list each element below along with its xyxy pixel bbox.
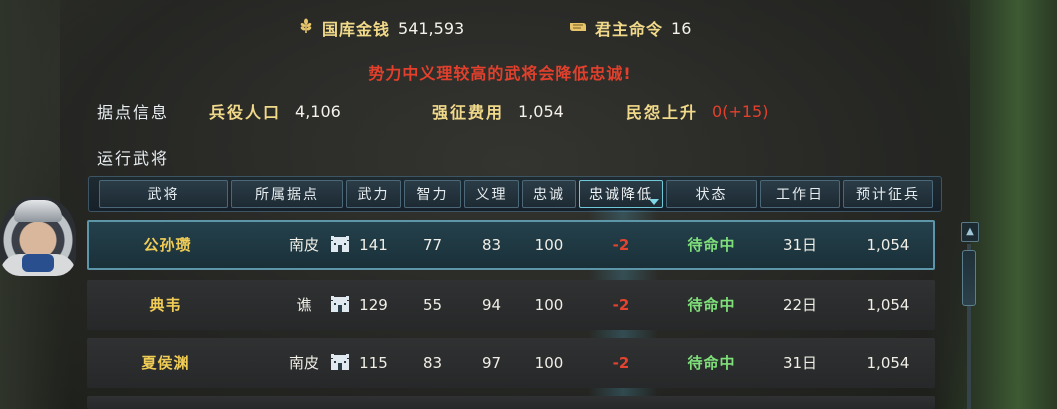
strength-value: 115	[359, 354, 388, 372]
base-name: 南皮	[288, 236, 319, 254]
workdays-value: 31日	[782, 354, 818, 372]
col-header-base[interactable]: 所属据点	[231, 180, 343, 208]
base-name: 谯	[296, 296, 312, 314]
status-value: 待命中	[687, 236, 736, 254]
col-header-loyalty-drop-label: 忠诚降低	[589, 187, 653, 203]
table-row[interactable]: 典韦 谯 129 55 94 100 -2 待命中 22日 1,054	[87, 280, 935, 330]
manpower-info: 兵役人口 4,106	[209, 99, 341, 123]
est-conscripts-value: 1,054	[866, 296, 910, 314]
righteousness-value: 97	[481, 354, 502, 372]
strength-value: 141	[359, 236, 388, 254]
est-conscripts-value: 1,054	[866, 354, 910, 372]
col-header-loyalty-drop[interactable]: 忠诚降低	[579, 180, 663, 208]
treasury-resource: 国库金钱 541,593	[298, 16, 464, 40]
status-value: 待命中	[687, 296, 736, 314]
col-header-workdays[interactable]: 工作日	[760, 180, 840, 208]
conscription-label: 强征费用	[432, 103, 505, 122]
col-header-intelligence[interactable]: 智力	[404, 180, 461, 208]
col-header-righteousness[interactable]: 义理	[464, 180, 519, 208]
loyalty-warning: 势力中义理较高的武将会降低忠诚!	[368, 64, 632, 83]
wheat-icon	[298, 18, 314, 38]
treasury-value: 541,593	[398, 18, 465, 38]
manpower-label: 兵役人口	[209, 103, 282, 122]
conscription-value: 1,054	[518, 101, 564, 121]
loyalty-value: 100	[534, 296, 564, 314]
righteousness-value: 83	[481, 236, 502, 254]
table-row[interactable]: 公孙瓒 南皮 141 77 83 100 -2 待命中 31日 1,054	[87, 220, 935, 270]
loyalty-drop-value: -2	[612, 296, 630, 314]
general-name: 公孙瓒	[143, 236, 192, 254]
base-name: 南皮	[288, 354, 319, 372]
orders-resource: 君主命令 16	[569, 16, 691, 40]
intelligence-value: 77	[422, 236, 443, 254]
intelligence-value: 55	[422, 296, 443, 314]
workdays-value: 31日	[782, 236, 818, 254]
scroll-thumb[interactable]	[962, 250, 976, 306]
status-value: 待命中	[687, 354, 736, 372]
col-header-general[interactable]: 武将	[99, 180, 228, 208]
portrait-armor	[22, 254, 54, 272]
unrest-info: 民怨上升 0(+15)	[626, 99, 768, 123]
unrest-value: 0(+15)	[712, 101, 769, 121]
workdays-value: 22日	[782, 296, 818, 314]
col-header-loyalty[interactable]: 忠诚	[522, 180, 576, 208]
loyalty-value: 100	[534, 354, 564, 372]
section-title: 运行武将	[97, 149, 170, 168]
col-header-est-conscripts[interactable]: 预计征兵	[843, 180, 933, 208]
general-name: 夏侯渊	[141, 354, 190, 372]
loyalty-drop-value: -2	[612, 236, 630, 254]
est-conscripts-value: 1,054	[866, 236, 910, 254]
righteousness-value: 94	[481, 296, 502, 314]
col-header-status[interactable]: 状态	[666, 180, 757, 208]
table-row-partial[interactable]	[87, 396, 935, 409]
conscription-info: 强征费用 1,054	[432, 99, 564, 123]
stronghold-title: 据点信息	[97, 103, 170, 122]
stronghold-info: 据点信息	[97, 99, 169, 123]
general-name: 典韦	[149, 296, 182, 314]
manpower-value: 4,106	[295, 101, 341, 121]
orders-label: 君主命令	[595, 20, 664, 39]
orders-value: 16	[671, 18, 692, 38]
loyalty-drop-value: -2	[612, 354, 630, 372]
treasury-label: 国库金钱	[322, 20, 391, 39]
table-row[interactable]: 夏侯渊 南皮 115 83 97 100 -2 待命中 31日 1,054	[87, 338, 935, 388]
col-header-strength[interactable]: 武力	[346, 180, 401, 208]
intelligence-value: 83	[422, 354, 443, 372]
strength-value: 129	[359, 296, 388, 314]
general-portrait[interactable]	[0, 196, 76, 276]
sort-desc-icon	[649, 199, 659, 205]
unrest-label: 民怨上升	[626, 103, 699, 122]
scroll-icon	[569, 19, 587, 38]
loyalty-value: 100	[534, 236, 564, 254]
scroll-up-button[interactable]: ▲	[961, 222, 979, 242]
portrait-helmet	[14, 200, 62, 222]
